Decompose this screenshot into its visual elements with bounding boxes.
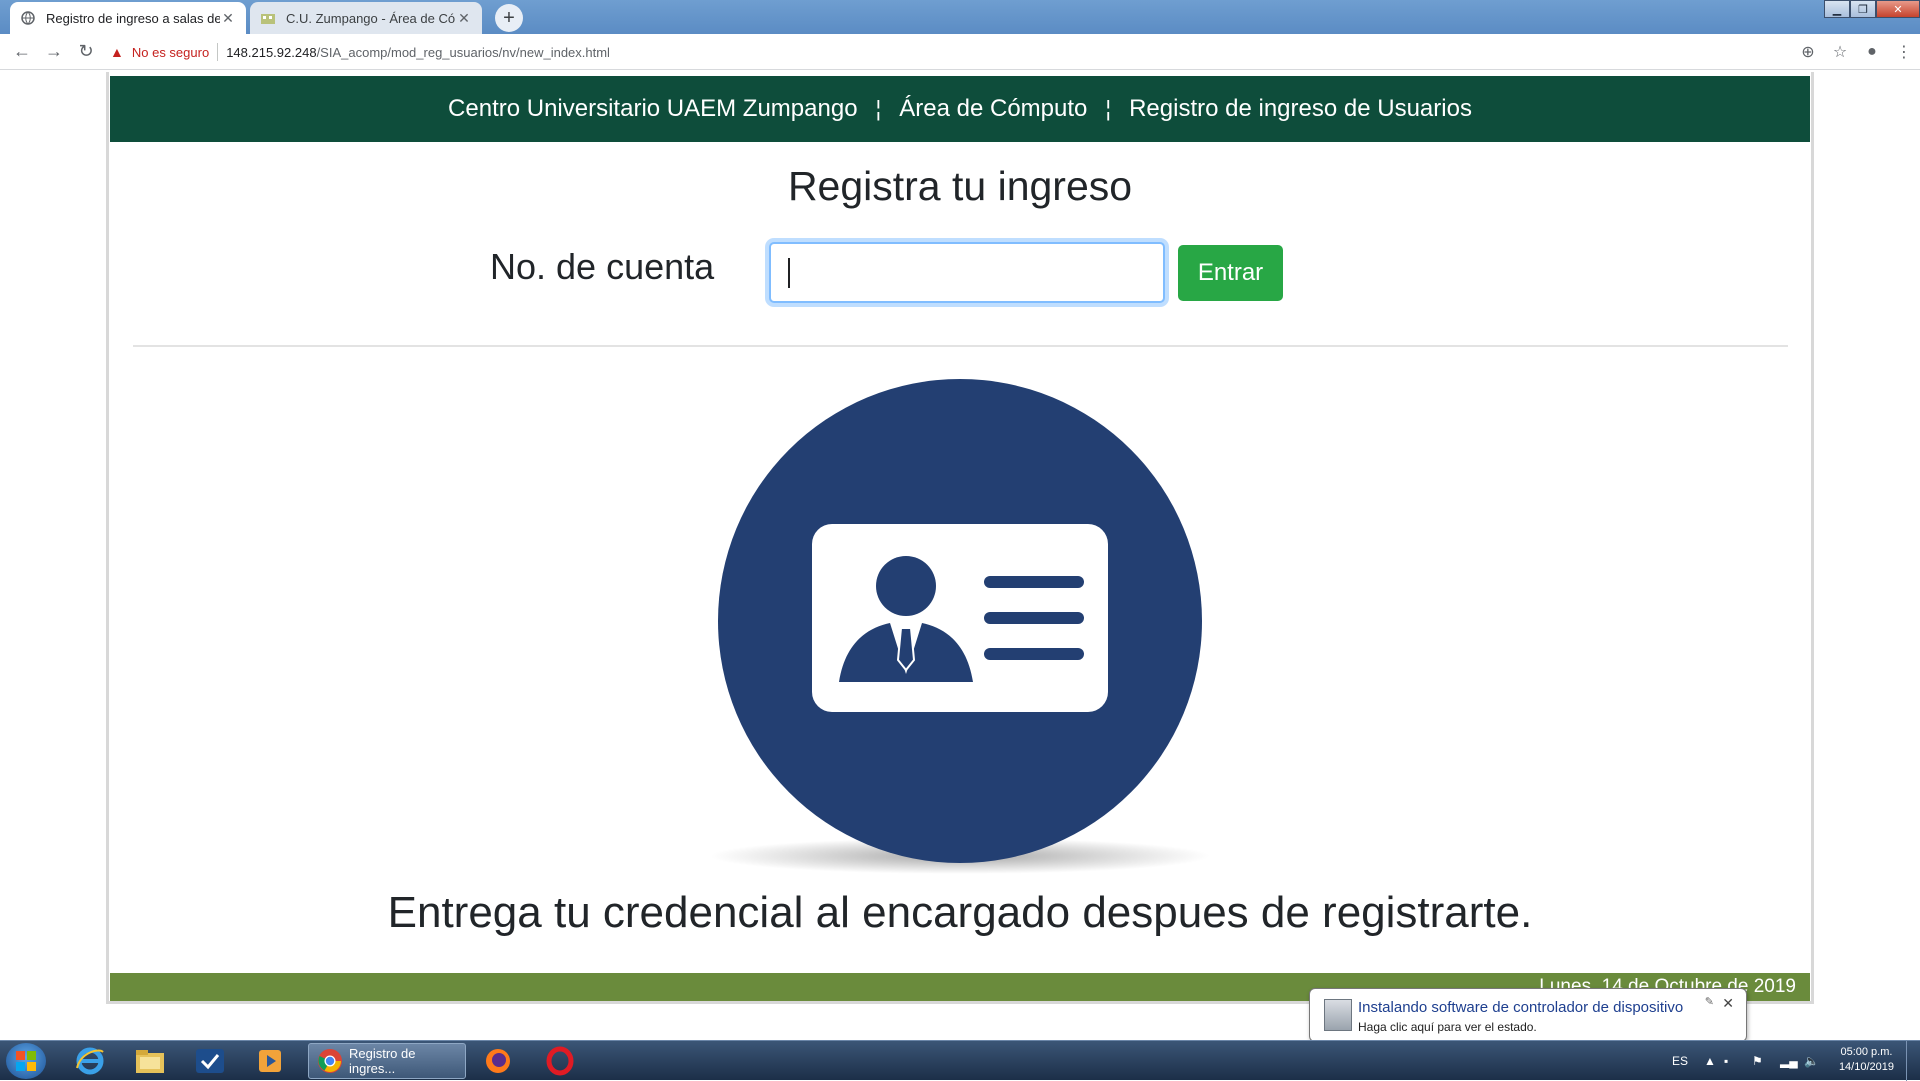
page-title: Registra tu ingreso <box>787 163 1133 209</box>
language-indicator[interactable]: ES <box>1672 1041 1688 1081</box>
zoom-icon[interactable]: ⊕ <box>1792 36 1824 68</box>
show-hidden-icons-icon[interactable]: ▲ <box>1704 1041 1716 1081</box>
warning-icon: ▲ <box>110 44 124 60</box>
text-caret <box>788 258 790 288</box>
address-bar[interactable]: ▲ No es seguro 148.215.92.248 /SIA_acomp… <box>110 37 1840 67</box>
account-number-label: No. de cuenta <box>490 246 715 287</box>
windows-logo-icon <box>16 1051 36 1071</box>
start-button[interactable] <box>6 1043 46 1079</box>
device-icon <box>1324 999 1352 1031</box>
enter-button[interactable]: Entrar <box>1178 245 1283 301</box>
driver-install-notification[interactable]: Instalando software de controlador de di… <box>1309 988 1747 1056</box>
profile-icon[interactable]: ● <box>1856 36 1888 68</box>
restore-button[interactable]: ❐ <box>1850 0 1876 18</box>
person-head <box>876 556 936 616</box>
card-line-3 <box>984 648 1084 660</box>
file-explorer-icon[interactable] <box>122 1043 178 1079</box>
person-tie <box>896 627 916 672</box>
tab-title: C.U. Zumpango - Área de Cómpu <box>286 10 456 26</box>
action-center-flag-icon[interactable]: ⚑ <box>1752 1041 1763 1081</box>
show-desktop-button[interactable] <box>1906 1041 1920 1081</box>
bookmark-star-icon[interactable]: ☆ <box>1824 36 1856 68</box>
id-card-illustration <box>700 374 1220 884</box>
header-area: Área de Cómputo <box>899 95 1088 122</box>
device-tray-icon[interactable]: ▪ <box>1724 1041 1728 1081</box>
omnibox-divider <box>217 43 219 61</box>
new-tab-button[interactable]: + <box>495 4 523 32</box>
security-indicator[interactable]: No es seguro <box>132 45 209 60</box>
volume-icon[interactable]: 🔈 <box>1804 1041 1819 1081</box>
close-notification-icon[interactable]: ✕ <box>1722 995 1734 1012</box>
system-clock[interactable]: 05:00 p.m. 14/10/2019 <box>1839 1045 1894 1075</box>
forward-icon[interactable]: → <box>38 36 70 68</box>
divider-line <box>133 345 1788 347</box>
close-tab-icon[interactable]: ✕ <box>220 10 236 27</box>
account-number-input[interactable] <box>769 242 1165 303</box>
url-path: /SIA_acomp/mod_reg_usuarios/nv/new_index… <box>316 44 610 60</box>
site-header: Centro Universitario UAEM Zumpango ¦ Áre… <box>110 76 1810 142</box>
header-registro: Registro de ingreso de Usuarios <box>1129 95 1472 122</box>
reload-icon[interactable]: ↻ <box>70 36 102 68</box>
menu-dots-icon[interactable]: ⋮ <box>1888 36 1920 68</box>
pin-icon: ✎ <box>1704 996 1714 1008</box>
checkmark-app-icon[interactable] <box>182 1043 238 1079</box>
card-line-1 <box>984 576 1084 588</box>
clock-time: 05:00 p.m. <box>1840 1046 1893 1058</box>
tab-registro[interactable]: Registro de ingreso a salas de có ✕ <box>10 2 246 34</box>
opera-icon[interactable] <box>532 1043 588 1079</box>
window-close-button[interactable]: ✕ <box>1876 0 1920 18</box>
site-favicon-icon <box>260 10 276 26</box>
tab-title: Registro de ingreso a salas de có <box>46 10 220 26</box>
header-university: Centro Universitario UAEM Zumpango <box>448 95 858 122</box>
chrome-icon <box>318 1049 342 1073</box>
globe-icon <box>20 10 36 26</box>
close-tab-icon[interactable]: ✕ <box>456 10 472 27</box>
back-icon[interactable]: ← <box>6 36 38 68</box>
toolbar-actions: ⊕ ☆ ● ⋮ <box>1792 34 1920 70</box>
chrome-taskbar-button[interactable]: Registro de ingres... <box>308 1043 466 1079</box>
firefox-icon[interactable] <box>470 1043 526 1079</box>
windows-taskbar: Registro de ingres... ES ▲ ▪ ⚑ ▂▄ 🔈 05:0… <box>0 1040 1920 1081</box>
instruction-text: Entrega tu credencial al encargado despu… <box>387 888 1533 937</box>
media-player-icon[interactable] <box>242 1043 298 1079</box>
notification-title[interactable]: Instalando software de controlador de di… <box>1358 999 1683 1016</box>
minimize-button[interactable]: ▁ <box>1824 0 1850 18</box>
header-divider: ¦ <box>1105 96 1112 121</box>
card-line-2 <box>984 612 1084 624</box>
tab-cu-zumpango[interactable]: C.U. Zumpango - Área de Cómpu ✕ <box>250 2 482 34</box>
chrome-task-label: Registro de ingres... <box>349 1046 416 1076</box>
network-icon[interactable]: ▂▄ <box>1780 1041 1798 1081</box>
clock-date: 14/10/2019 <box>1838 1061 1894 1073</box>
internet-explorer-icon[interactable] <box>62 1043 118 1079</box>
browser-tabstrip: Registro de ingreso a salas de có ✕ C.U.… <box>0 0 1920 34</box>
url-host: 148.215.92.248 <box>226 44 317 60</box>
header-divider: ¦ <box>875 96 882 121</box>
notification-subtitle[interactable]: Haga clic aquí para ver el estado. <box>1358 1020 1537 1034</box>
